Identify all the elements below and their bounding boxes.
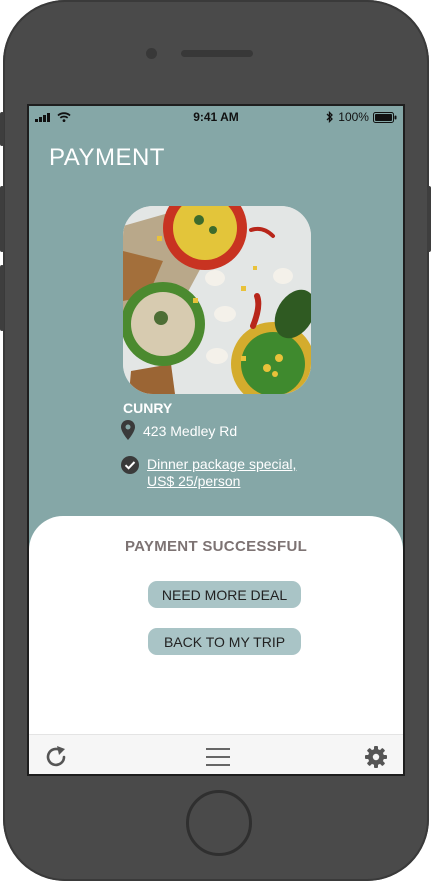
food-photo-illustration — [123, 206, 311, 394]
deal-line-1: Dinner package special, — [147, 456, 297, 472]
menu-icon[interactable] — [205, 744, 231, 770]
phone-screen: 9:41 AM 100% PAYMENT CUNRY 423 Medley Rd… — [27, 104, 405, 776]
need-more-deal-button[interactable]: NEED MORE DEAL — [148, 581, 301, 608]
address-row: 423 Medley Rd — [121, 420, 237, 442]
battery-icon — [372, 111, 397, 123]
restaurant-name: CUNRY — [123, 400, 173, 416]
battery-percent: 100% — [338, 110, 369, 124]
tab-bar — [29, 734, 403, 774]
check-circle-icon — [121, 456, 139, 474]
mute-switch — [0, 112, 4, 146]
status-time: 9:41 AM — [193, 110, 239, 124]
payment-sheet: PAYMENT SUCCESSFUL NEED MORE DEAL BACK T… — [29, 516, 403, 774]
wifi-icon — [57, 112, 71, 122]
refresh-icon[interactable] — [43, 744, 69, 770]
payment-status-title: PAYMENT SUCCESSFUL — [124, 538, 308, 555]
bluetooth-icon — [326, 111, 334, 123]
settings-icon[interactable] — [363, 744, 389, 770]
home-button[interactable] — [186, 790, 252, 856]
status-bar: 9:41 AM 100% — [29, 106, 403, 128]
earpiece-speaker — [181, 50, 253, 57]
location-pin-icon — [121, 420, 135, 440]
food-image — [123, 206, 311, 394]
restaurant-address: 423 Medley Rd — [143, 423, 238, 439]
signal-icon — [35, 113, 50, 122]
front-camera — [146, 48, 157, 59]
page-title: PAYMENT — [49, 144, 165, 171]
deal-line-2: US$ 25/person — [147, 473, 241, 489]
power-button — [427, 186, 431, 252]
volume-up-button — [0, 186, 4, 252]
deal-row[interactable]: Dinner package special, US$ 25/person — [121, 456, 317, 490]
back-to-trip-button[interactable]: BACK TO MY TRIP — [148, 628, 301, 655]
volume-down-button — [0, 265, 4, 331]
deal-link[interactable]: Dinner package special, US$ 25/person — [147, 456, 317, 490]
